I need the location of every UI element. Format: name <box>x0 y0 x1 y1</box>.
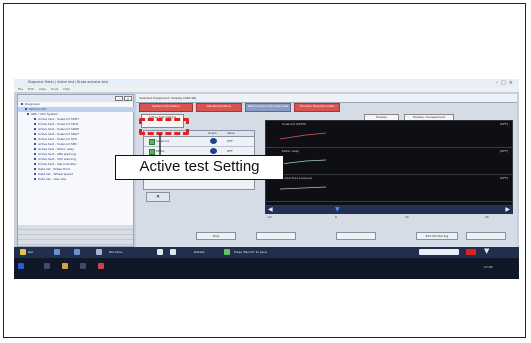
callout-label: Active test Setting <box>115 155 284 180</box>
